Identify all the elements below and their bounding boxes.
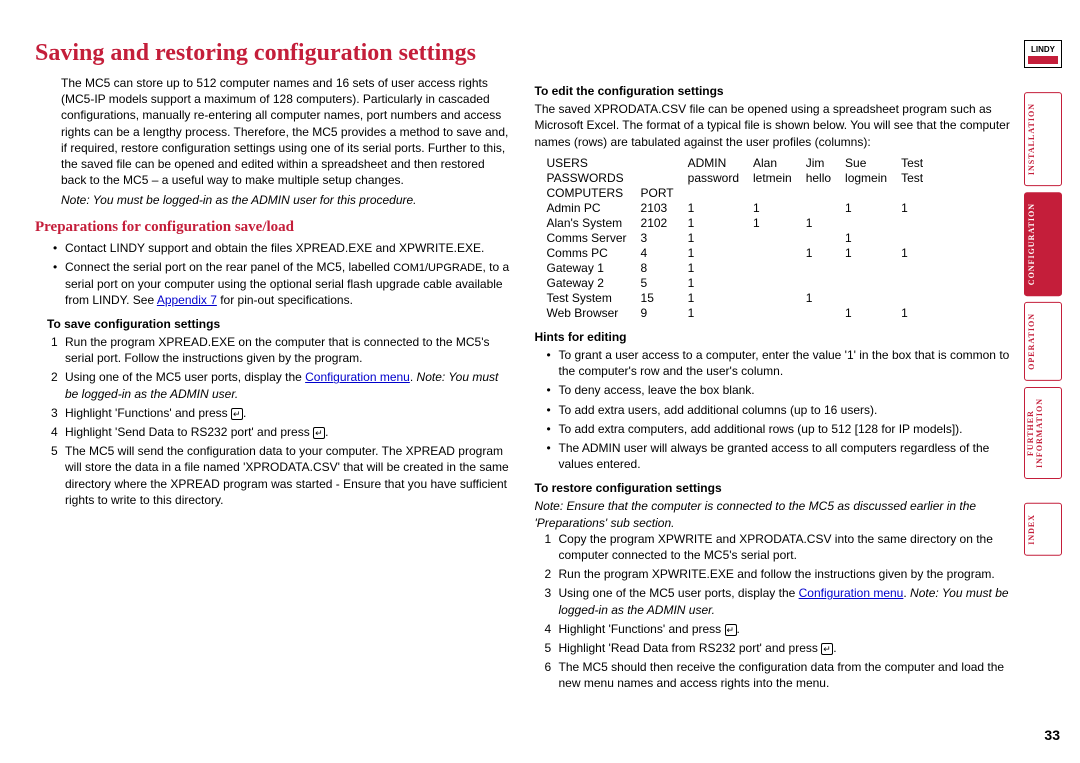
intro-note: Note: You must be logged-in as the ADMIN…	[61, 192, 511, 208]
save-step: Highlight 'Functions' and press .	[65, 405, 511, 421]
prep-item: Connect the serial port on the rear pane…	[65, 259, 511, 308]
intro-paragraph: The MC5 can store up to 512 computer nam…	[61, 75, 511, 188]
prep-list: Contact LINDY support and obtain the fil…	[65, 240, 511, 308]
nav-tab-further-information[interactable]: FURTHERINFORMATION	[1024, 387, 1062, 479]
left-column: The MC5 can store up to 512 computer nam…	[35, 75, 511, 695]
csv-table: USERSADMINAlanJimSueTest PASSWORDSpasswo…	[547, 156, 938, 321]
restore-step: The MC5 should then receive the configur…	[559, 659, 1011, 691]
hint-item: To grant a user access to a computer, en…	[559, 347, 1011, 379]
csv-password-row: PASSWORDSpasswordletmeinhellologmeinTest	[547, 171, 938, 186]
enter-key-icon	[231, 408, 243, 420]
nav-tab-configuration[interactable]: CONFIGURATION	[1024, 192, 1062, 296]
csv-data-row: Alan's System2102111	[547, 216, 938, 231]
enter-key-icon	[313, 427, 325, 439]
restore-step: Copy the program XPWRITE and XPRODATA.CS…	[559, 531, 1011, 563]
csv-data-row: Test System1511	[547, 291, 938, 306]
save-step: The MC5 will send the configuration data…	[65, 443, 511, 508]
csv-data-row: Gateway 181	[547, 261, 938, 276]
config-menu-link[interactable]: Configuration menu	[799, 586, 904, 600]
csv-data-row: Web Browser9111	[547, 306, 938, 321]
nav-tab-operation[interactable]: OPERATION	[1024, 302, 1062, 381]
csv-data-row: Gateway 251	[547, 276, 938, 291]
restore-note: Note: Ensure that the computer is connec…	[535, 498, 1011, 530]
nav-tab-index[interactable]: INDEX	[1024, 503, 1062, 556]
enter-key-icon	[821, 643, 833, 655]
side-nav: LINDY INSTALLATION CONFIGURATION OPERATI…	[1024, 40, 1062, 562]
enter-key-icon	[725, 624, 737, 636]
save-steps: Run the program XPREAD.EXE on the comput…	[65, 334, 511, 508]
csv-data-row: Admin PC21031111	[547, 201, 938, 216]
prep-heading: Preparations for configuration save/load	[35, 219, 511, 236]
restore-heading: To restore configuration settings	[535, 480, 1011, 496]
restore-step: Highlight 'Read Data from RS232 port' an…	[559, 640, 1011, 656]
page-title: Saving and restoring configuration setti…	[35, 40, 1010, 67]
hint-item: The ADMIN user will always be granted ac…	[559, 440, 1011, 472]
right-column: To edit the configuration settings The s…	[535, 75, 1011, 695]
hint-item: To deny access, leave the box blank.	[559, 382, 1011, 398]
lindy-logo: LINDY	[1024, 40, 1062, 68]
config-menu-link[interactable]: Configuration menu	[305, 370, 410, 384]
csv-data-row: Comms Server311	[547, 231, 938, 246]
restore-step: Using one of the MC5 user ports, display…	[559, 585, 1011, 617]
edit-intro: The saved XPRODATA.CSV file can be opene…	[535, 101, 1011, 150]
hints-heading: Hints for editing	[535, 329, 1011, 345]
hints-list: To grant a user access to a computer, en…	[559, 347, 1011, 472]
csv-computers-row: COMPUTERSPORT	[547, 186, 938, 201]
appendix-link[interactable]: Appendix 7	[157, 293, 217, 307]
prep-item: Contact LINDY support and obtain the fil…	[65, 240, 511, 256]
save-step: Run the program XPREAD.EXE on the comput…	[65, 334, 511, 366]
hint-item: To add extra computers, add additional r…	[559, 421, 1011, 437]
save-step: Highlight 'Send Data to RS232 port' and …	[65, 424, 511, 440]
restore-steps: Copy the program XPWRITE and XPRODATA.CS…	[559, 531, 1011, 692]
hint-item: To add extra users, add additional colum…	[559, 402, 1011, 418]
edit-heading: To edit the configuration settings	[535, 83, 1011, 99]
restore-step: Run the program XPWRITE.EXE and follow t…	[559, 566, 1011, 582]
restore-step: Highlight 'Functions' and press .	[559, 621, 1011, 637]
csv-data-row: Comms PC41111	[547, 246, 938, 261]
csv-header-row: USERSADMINAlanJimSueTest	[547, 156, 938, 171]
save-heading: To save configuration settings	[47, 316, 511, 332]
nav-tab-installation[interactable]: INSTALLATION	[1024, 92, 1062, 186]
page-number: 33	[1044, 727, 1060, 743]
save-step: Using one of the MC5 user ports, display…	[65, 369, 511, 401]
